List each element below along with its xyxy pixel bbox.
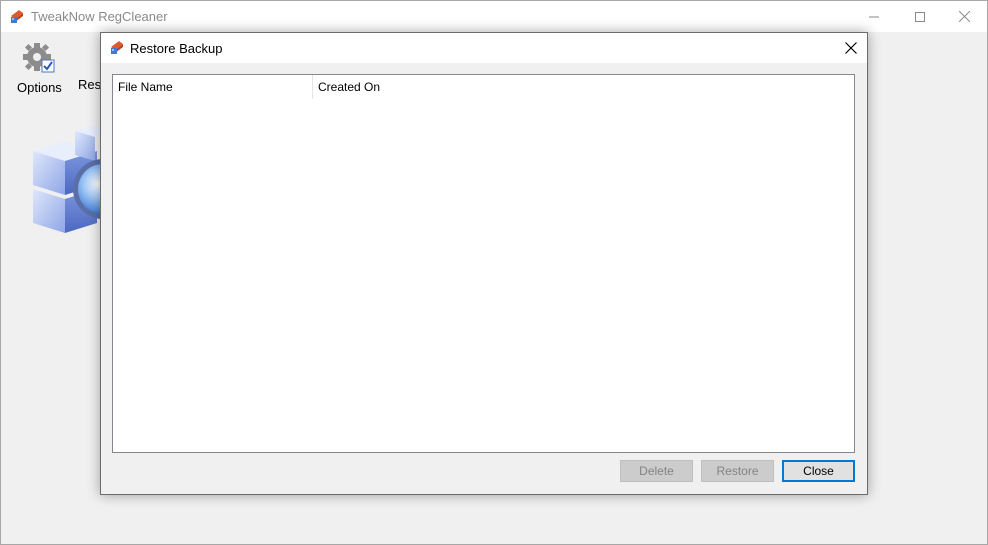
column-header-file-name[interactable]: File Name [113,75,313,99]
column-label: File Name [118,80,173,94]
list-header: File Name Created On [113,75,854,99]
dialog-close-button[interactable] [835,33,867,63]
restore-backup-dialog: Restore Backup File Name Created On Dele… [100,32,868,495]
minimize-button[interactable] [851,1,897,32]
main-titlebar[interactable]: TweakNow RegCleaner [1,1,987,32]
backup-list[interactable]: File Name Created On [112,74,855,453]
minimize-icon [869,16,879,17]
close-button[interactable]: Close [782,460,855,482]
close-icon [845,42,857,54]
column-header-created-on[interactable]: Created On [313,75,613,99]
column-label: Created On [318,80,381,94]
app-icon [9,8,25,24]
close-icon [958,11,970,22]
dialog-title: Restore Backup [130,41,223,56]
toolbar-options-label: Options [17,80,62,95]
delete-button[interactable]: Delete [620,460,693,482]
gear-checkbox-icon [23,41,55,78]
maximize-icon [915,11,925,22]
close-window-button[interactable] [941,1,987,32]
maximize-button[interactable] [897,1,943,32]
restore-button[interactable]: Restore [701,460,774,482]
toolbar-options[interactable]: Options [17,41,62,95]
dialog-titlebar[interactable]: Restore Backup [101,33,867,63]
app-icon [109,39,125,55]
window-title: TweakNow RegCleaner [31,9,168,24]
